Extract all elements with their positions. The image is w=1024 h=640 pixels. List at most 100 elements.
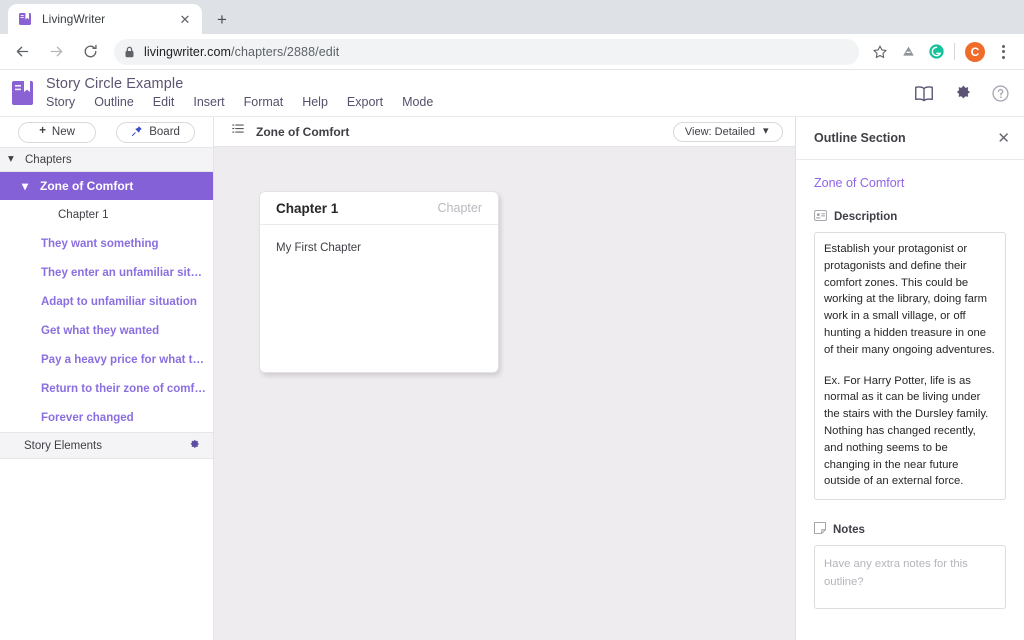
browser-toolbar: livingwriter.com/chapters/2888/edit C [0,34,1024,70]
url-path: /chapters/2888/edit [231,45,339,59]
sidebar-item-they-want-something[interactable]: They want something [0,229,213,258]
sidebar-item-return-to-zone[interactable]: Return to their zone of comfort [0,374,213,403]
gear-icon[interactable] [188,438,201,454]
sidebar-item-zone-of-comfort[interactable]: ▾ Zone of Comfort [0,172,213,200]
sidebar-item-adapt-to-unfamiliar[interactable]: Adapt to unfamiliar situation [0,287,213,316]
plus-icon: + [39,126,46,138]
menu-item-edit[interactable]: Edit [153,95,175,110]
menu-item-insert[interactable]: Insert [193,95,224,110]
sidebar-section-chapters[interactable]: ▾ Chapters [0,147,213,172]
menu-item-help[interactable]: Help [302,95,328,110]
app-menu-bar: Story Outline Edit Insert Format Help Ex… [46,95,913,110]
view-select-label: View: Detailed [685,126,755,138]
menu-item-mode[interactable]: Mode [402,95,433,110]
book-favicon-icon [17,11,33,27]
panel-header: Outline Section ✕ [796,117,1024,160]
book-icon[interactable] [913,84,935,103]
chapter-card-text: My First Chapter [276,242,361,254]
view-select[interactable]: View: Detailed ▾ [673,122,783,142]
new-button[interactable]: + New [18,122,96,143]
sidebar-item-get-what-they-wanted[interactable]: Get what they wanted [0,316,213,345]
sidebar-item-label: Adapt to unfamiliar situation [41,296,197,308]
sidebar-item-label: They want something [41,238,159,250]
forward-arrow-icon[interactable] [42,38,70,66]
back-arrow-icon[interactable] [8,38,36,66]
app-header-actions [913,83,1010,103]
page-title: Story Circle Example [46,76,913,93]
sidebar-item-they-enter-unfamiliar[interactable]: They enter an unfamiliar situati... [0,258,213,287]
panel-title: Outline Section [814,131,997,145]
sidebar-section-story-elements[interactable]: Story Elements [0,432,213,459]
book-logo-icon [10,79,36,107]
sidebar-item-pay-heavy-price[interactable]: Pay a heavy price for what they... [0,345,213,374]
menu-item-outline[interactable]: Outline [94,95,134,110]
notes-placeholder: Have any extra notes for this outline? [824,558,968,588]
sidebar-item-chapter-1[interactable]: Chapter 1 [0,200,213,229]
help-circle-icon[interactable] [991,84,1010,103]
app-title-block: Story Circle Example Story Outline Edit … [46,76,913,110]
board-button[interactable]: Board [116,122,195,143]
close-icon[interactable]: ✕ [177,11,193,27]
panel-section-link[interactable]: Zone of Comfort [814,176,1006,190]
sidebar-item-zone-of-comfort-label: Zone of Comfort [40,179,133,193]
chevron-down-icon: ▾ [22,180,30,192]
toolbar-divider [954,43,955,60]
chapter-card-title: Chapter 1 [276,201,438,216]
notes-label: Notes [833,524,865,536]
close-icon[interactable]: ✕ [997,131,1010,146]
outline-section-panel: Outline Section ✕ Zone of Comfort [795,117,1024,640]
sidebar-toolbar: + New Board [0,117,213,147]
sidebar-item-label: Pay a heavy price for what they... [41,354,207,366]
lock-icon [124,46,135,58]
chapter-card-header: Chapter 1 Chapter [260,192,498,225]
description-field-label: Description [814,210,1006,224]
id-card-icon [814,210,827,224]
app-body: + New Board [0,117,1024,640]
panel-body: Zone of Comfort Description Establi [796,160,1024,640]
list-icon[interactable] [231,122,245,141]
tab-strip: LivingWriter ✕ + [0,0,1024,34]
new-tab-button[interactable]: + [208,5,236,33]
main-title: Zone of Comfort [256,125,673,139]
address-bar[interactable]: livingwriter.com/chapters/2888/edit [114,39,859,65]
description-label: Description [834,211,897,223]
sidebar-item-label: Get what they wanted [41,325,159,337]
kebab-menu-icon[interactable] [990,39,1016,65]
menu-item-story[interactable]: Story [46,95,75,110]
description-paragraph-1: Establish your protagonist or protagonis… [824,241,996,359]
main-toolbar: Zone of Comfort View: Detailed ▾ [214,117,795,147]
url-text: livingwriter.com/chapters/2888/edit [144,45,339,59]
drive-upload-icon[interactable] [895,39,921,65]
chevron-down-icon: ▾ [8,154,16,166]
browser-tab-livingwriter[interactable]: LivingWriter ✕ [8,4,202,34]
notes-field: Notes Have any extra notes for this outl… [814,522,1006,609]
sidebar-item-label: Forever changed [41,412,134,424]
sidebar-item-forever-changed[interactable]: Forever changed [0,403,213,432]
reload-icon[interactable] [76,38,104,66]
url-domain: livingwriter.com [144,45,231,59]
sidebar: + New Board [0,117,214,640]
chapter-card-body[interactable]: My First Chapter [260,225,498,269]
sidebar-section-story-elements-label: Story Elements [24,440,102,452]
menu-item-format[interactable]: Format [244,95,284,110]
browser-window: LivingWriter ✕ + [0,0,1024,640]
note-icon [814,522,826,537]
gear-icon[interactable] [953,83,973,103]
profile-avatar[interactable]: C [962,39,988,65]
board-button-label: Board [149,126,180,138]
sidebar-item-label: They enter an unfamiliar situati... [41,267,207,279]
app-header: Story Circle Example Story Outline Edit … [0,70,1024,117]
star-icon[interactable] [867,39,893,65]
livingwriter-app: Story Circle Example Story Outline Edit … [0,70,1024,640]
menu-item-export[interactable]: Export [347,95,383,110]
chapter-card[interactable]: Chapter 1 Chapter My First Chapter [259,191,499,373]
description-textarea[interactable]: Establish your protagonist or protagonis… [814,232,1006,500]
tab-title: LivingWriter [42,12,177,26]
kebab-dots [1002,45,1005,59]
grammarly-icon[interactable] [923,39,949,65]
chevron-down-icon: ▾ [763,126,771,137]
board-canvas[interactable]: Chapter 1 Chapter My First Chapter [214,147,795,640]
avatar-initial: C [965,42,985,62]
sidebar-item-chapter-1-label: Chapter 1 [58,209,109,221]
notes-textarea[interactable]: Have any extra notes for this outline? [814,545,1006,609]
